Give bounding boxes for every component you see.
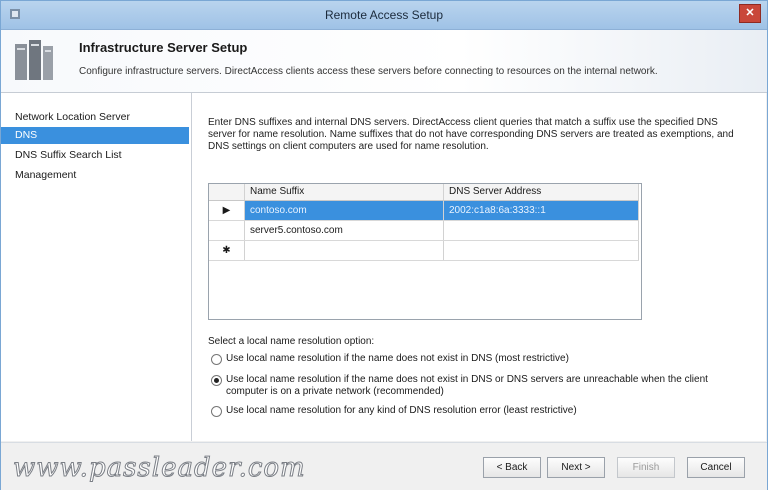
- row-header-column: [209, 184, 245, 200]
- grid-header: Name Suffix DNS Server Address: [209, 184, 639, 201]
- radio-button[interactable]: [211, 354, 222, 365]
- row-marker: ▶: [209, 201, 245, 220]
- resolution-options-label: Select a local name resolution option:: [208, 336, 375, 347]
- dns-server-cell[interactable]: 2002:c1a8:6a:3333::1: [444, 201, 639, 220]
- nav-item-management[interactable]: Management: [1, 167, 189, 184]
- header-title: Infrastructure Server Setup: [79, 40, 248, 55]
- nav-item-dns[interactable]: DNS: [1, 127, 189, 144]
- content-pane: Enter DNS suffixes and internal DNS serv…: [192, 93, 766, 441]
- wizard-nav: Network Location Server DNS DNS Suffix S…: [1, 93, 192, 441]
- back-button[interactable]: < Back: [483, 457, 541, 478]
- radio-label: Use local name resolution for any kind o…: [226, 405, 577, 416]
- watermark: www.passleader.com: [13, 453, 306, 484]
- radio-button[interactable]: [211, 406, 222, 417]
- window-title: Remote Access Setup: [324, 8, 444, 22]
- wizard-header: Infrastructure Server Setup Configure in…: [1, 30, 767, 93]
- dns-server-cell[interactable]: [444, 241, 639, 260]
- radio-recommended[interactable]: Use local name resolution if the name do…: [208, 374, 748, 398]
- instructions-text: Enter DNS suffixes and internal DNS serv…: [208, 117, 734, 152]
- table-row[interactable]: ▶ contoso.com 2002:c1a8:6a:3333::1: [209, 201, 639, 221]
- name-suffix-cell[interactable]: [245, 241, 444, 260]
- server-icon: [15, 40, 53, 80]
- nav-item-network-location-server[interactable]: Network Location Server: [1, 109, 189, 126]
- table-row[interactable]: server5.contoso.com: [209, 221, 639, 241]
- radio-least-restrictive[interactable]: Use local name resolution for any kind o…: [208, 405, 748, 417]
- wizard-footer: www.passleader.com < Back Next > Finish …: [1, 442, 767, 490]
- column-header-dns-server-address[interactable]: DNS Server Address: [444, 184, 639, 200]
- dns-suffix-grid[interactable]: Name Suffix DNS Server Address ▶ contoso…: [208, 183, 642, 320]
- radio-label: Use local name resolution if the name do…: [226, 374, 708, 397]
- name-suffix-cell[interactable]: server5.contoso.com: [245, 221, 444, 240]
- nav-item-dns-suffix-search-list[interactable]: DNS Suffix Search List: [1, 147, 189, 164]
- close-button[interactable]: ✕: [739, 4, 761, 23]
- column-header-name-suffix[interactable]: Name Suffix: [245, 184, 444, 200]
- finish-button[interactable]: Finish: [617, 457, 675, 478]
- dns-server-cell[interactable]: [444, 221, 639, 240]
- title-bar: Remote Access Setup ✕: [1, 1, 767, 30]
- new-row-marker: ✱: [209, 241, 245, 260]
- header-description: Configure infrastructure servers. Direct…: [79, 66, 658, 77]
- radio-label: Use local name resolution if the name do…: [226, 353, 569, 364]
- radio-most-restrictive[interactable]: Use local name resolution if the name do…: [208, 353, 748, 365]
- remote-access-setup-window: Remote Access Setup ✕ Infrastructure Ser…: [0, 0, 768, 490]
- cancel-button[interactable]: Cancel: [687, 457, 745, 478]
- next-button[interactable]: Next >: [547, 457, 605, 478]
- radio-button-selected[interactable]: [211, 375, 222, 386]
- row-marker: [209, 221, 245, 240]
- name-suffix-cell[interactable]: contoso.com: [245, 201, 444, 220]
- new-row[interactable]: ✱: [209, 241, 639, 261]
